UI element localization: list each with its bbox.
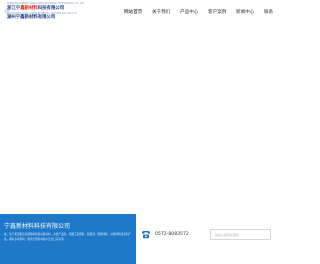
brand-chinese-name-2: 湖州宁鑫新材料有限公司 [7, 15, 56, 20]
nav-item-news[interactable]: 新闻中心 [236, 10, 254, 16]
main-content-area [0, 28, 271, 214]
site-header: ZHEJIANG NINGBO XINCAI NEW MATERIAL TECH… [0, 0, 273, 28]
main-nav: 网站首页 关于我们 产品中心 客户案例 新闻中心 联系 [124, 10, 273, 18]
brand-english-name: ZHEJIANG NINGBO XINCAI NEW MATERIAL TECH… [7, 2, 85, 5]
brand-name-suffix: 科技有限公司 [37, 6, 65, 11]
search-input[interactable] [210, 229, 271, 240]
nav-item-about[interactable]: 关于我们 [152, 10, 170, 16]
nav-item-cases[interactable]: 客户案例 [208, 10, 226, 16]
nav-item-home[interactable]: 网站首页 [124, 10, 142, 16]
footer-company-description: 技，生产和销售高档阻燃材料及功能材料，主要产品有：阻燃工程塑料、阻燃剂、阻燃母粒… [4, 233, 132, 241]
nav-item-products[interactable]: 产品中心 [180, 10, 198, 16]
brand-name-prefix: 浙江宁 [7, 6, 21, 11]
phone-number: 0572-8083572 [155, 232, 189, 237]
nav-item-contact[interactable]: 联系 [264, 10, 273, 16]
brand-name-highlight: 鑫新材料 [20, 6, 38, 11]
phone-icon [142, 231, 150, 239]
footer-company-panel: 宁鑫新材料科技有限公司 技，生产和销售高档阻燃材料及功能材料，主要产品有：阻燃工… [0, 214, 136, 264]
brand-block: ZHEJIANG NINGBO XINCAI NEW MATERIAL TECH… [7, 2, 122, 21]
footer-company-name: 宁鑫新材料科技有限公司 [4, 223, 71, 230]
